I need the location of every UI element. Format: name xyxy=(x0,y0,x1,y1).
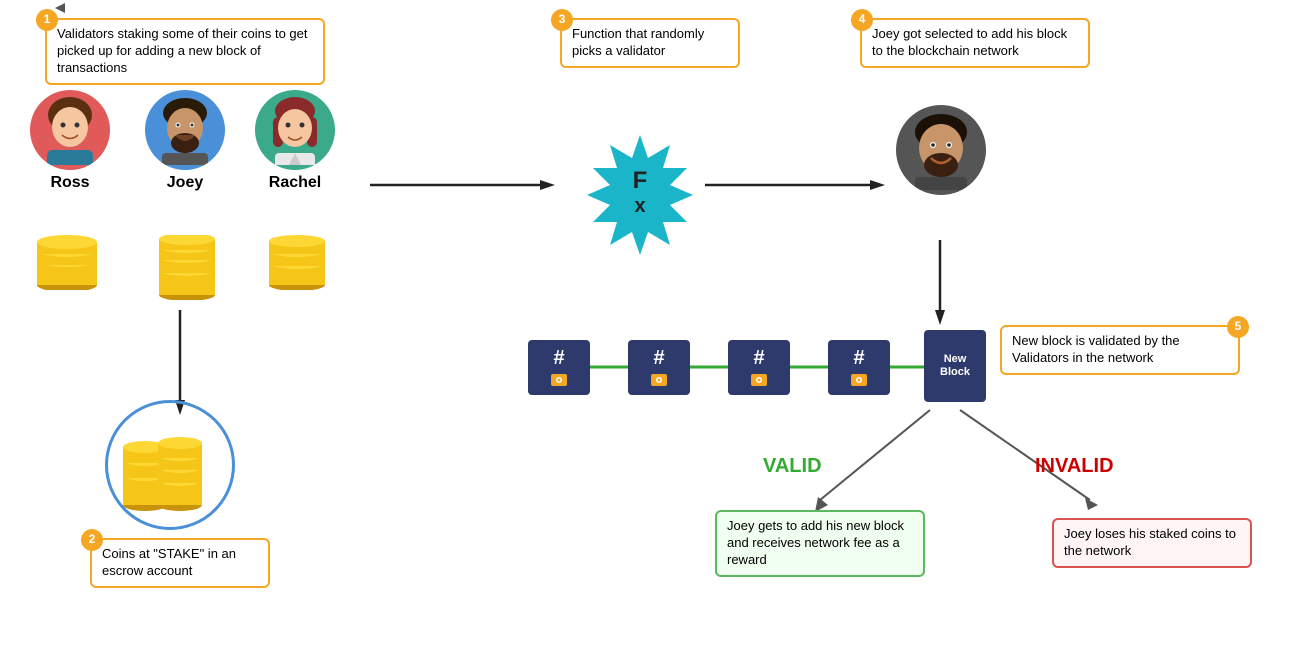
valid-outcome-box: Joey gets to add his new block and recei… xyxy=(715,510,925,577)
step5-callout: 5 New block is validated by the Validato… xyxy=(1000,325,1240,375)
hash-symbol-4: # xyxy=(853,347,864,370)
fx-shape: F x xyxy=(575,130,705,265)
step3-callout: 3 Function that randomly picks a validat… xyxy=(560,18,740,68)
invalid-outcome-box: Joey loses his staked coins to the netwo… xyxy=(1052,518,1252,568)
blockchain-block-4: # xyxy=(828,340,890,395)
blockchain-block-3: # xyxy=(728,340,790,395)
step2-badge: 2 xyxy=(81,529,103,551)
step2-callout: 2 Coins at "STAKE" in an escrow account xyxy=(90,538,270,588)
hash-symbol-2: # xyxy=(653,347,664,370)
diagram: 1 Validators staking some of their coins… xyxy=(0,0,1289,672)
ross-label: Ross xyxy=(30,174,110,192)
new-block-label: New xyxy=(944,353,967,366)
svg-text:F: F xyxy=(633,167,648,194)
step5-badge: 5 xyxy=(1227,316,1249,338)
back-arrow-icon xyxy=(55,3,65,13)
new-block-label2: Block xyxy=(940,366,970,379)
blockchain-block-1: # xyxy=(528,340,590,395)
step1-badge: 1 xyxy=(36,9,58,31)
step4-badge: 4 xyxy=(851,9,873,31)
valid-outcome-text: Joey gets to add his new block and recei… xyxy=(727,518,904,567)
joey-label: Joey xyxy=(145,174,225,192)
step4-text: Joey got selected to add his block to th… xyxy=(872,26,1067,58)
ross-coins xyxy=(32,235,102,295)
step4-callout: 4 Joey got selected to add his block to … xyxy=(860,18,1090,68)
step3-badge: 3 xyxy=(551,9,573,31)
step5-text: New block is validated by the Validators… xyxy=(1012,333,1180,365)
escrow-coins xyxy=(115,415,225,520)
step2-text: Coins at "STAKE" in an escrow account xyxy=(102,546,236,578)
valid-label: VALID xyxy=(763,455,822,478)
step1-text: Validators staking some of their coins t… xyxy=(57,26,308,75)
hash-symbol-1: # xyxy=(553,347,564,370)
joey-coins xyxy=(152,235,222,305)
person-ross: Ross xyxy=(30,90,110,192)
step3-text: Function that randomly picks a validator xyxy=(572,26,704,58)
new-block: New Block xyxy=(924,330,986,402)
invalid-outcome-text: Joey loses his staked coins to the netwo… xyxy=(1064,526,1236,558)
invalid-label: INVALID xyxy=(1035,455,1114,478)
svg-text:x: x xyxy=(634,195,645,217)
hash-symbol-3: # xyxy=(753,347,764,370)
rachel-coins xyxy=(262,235,332,295)
step1-callout: 1 Validators staking some of their coins… xyxy=(45,18,325,85)
rachel-label: Rachel xyxy=(255,174,335,192)
person-rachel: Rachel xyxy=(255,90,335,192)
blockchain-block-2: # xyxy=(628,340,690,395)
joey-selected-avatar xyxy=(896,105,986,195)
person-joey: Joey xyxy=(145,90,225,192)
